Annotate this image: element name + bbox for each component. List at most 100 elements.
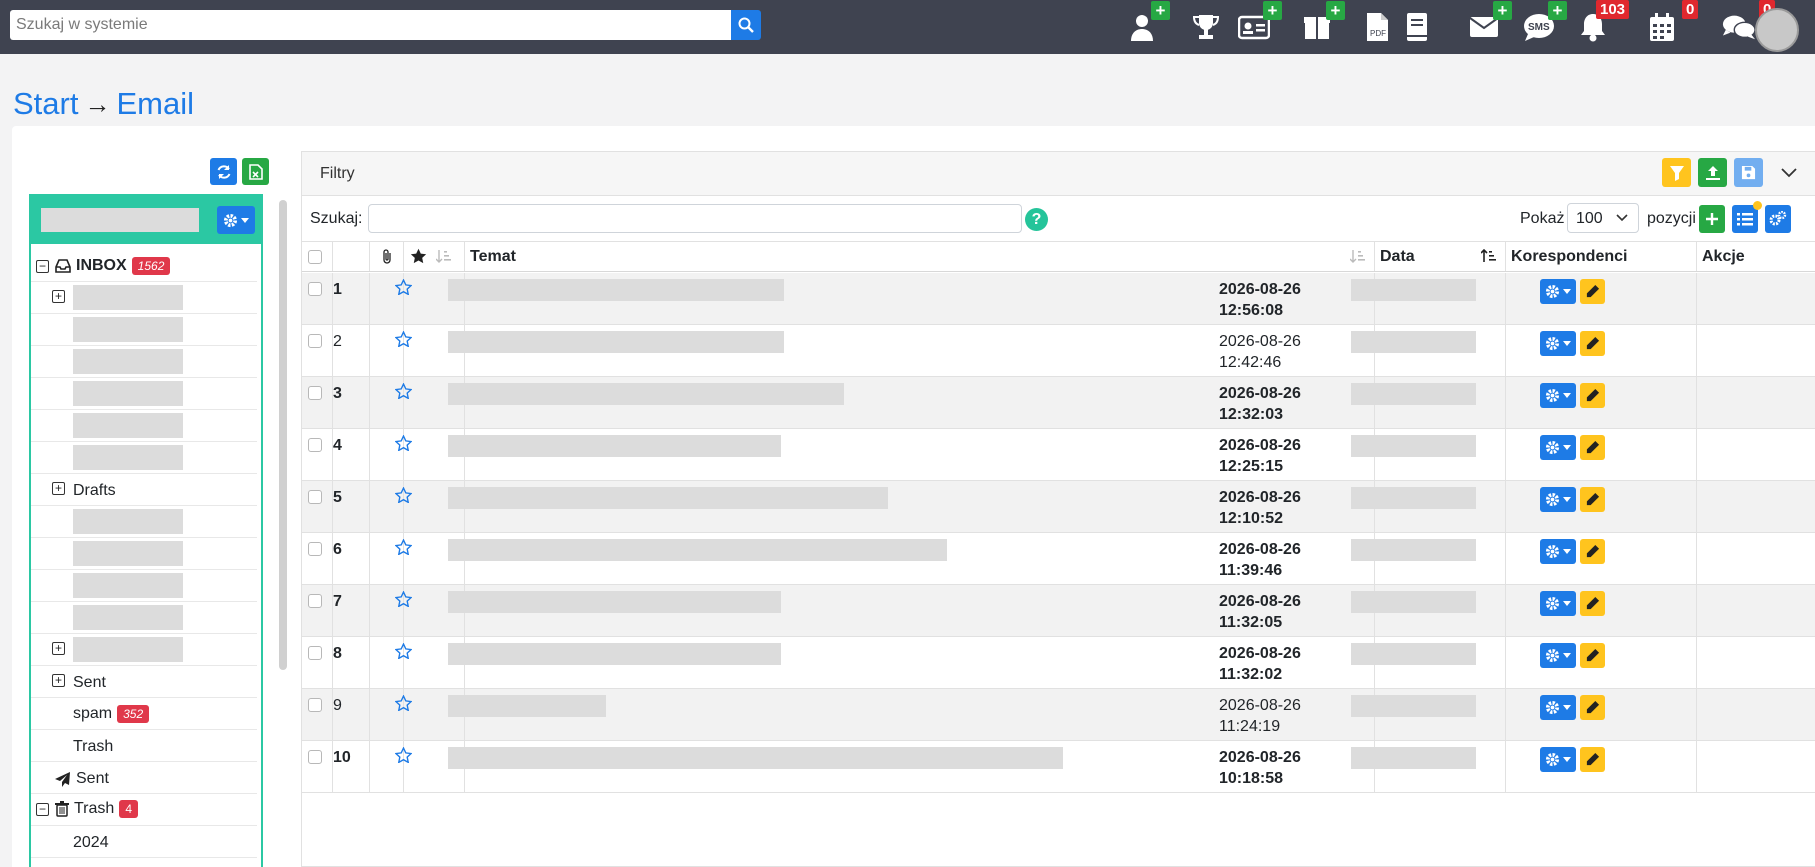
new-sms-button[interactable]: SMS +	[1522, 1, 1567, 44]
row-settings-button[interactable]	[1540, 331, 1576, 356]
folder-item[interactable]	[31, 506, 257, 538]
row-edit-button[interactable]	[1580, 487, 1605, 512]
export-excel-button[interactable]	[242, 158, 269, 185]
folder-item[interactable]: +	[31, 634, 257, 666]
row-edit-button[interactable]	[1580, 331, 1605, 356]
pdf-document-button[interactable]: PDF	[1360, 10, 1394, 44]
add-contact-button[interactable]: +	[1125, 1, 1170, 44]
folder-settings-button[interactable]	[217, 206, 255, 234]
add-package-button[interactable]: +	[1300, 1, 1345, 44]
table-row[interactable]: 2 2026-08-26 12:42:46	[302, 325, 1815, 377]
folder-item[interactable]	[31, 570, 257, 602]
row-checkbox[interactable]	[308, 386, 322, 400]
row-settings-button[interactable]	[1540, 383, 1576, 408]
notebook-button[interactable]	[1400, 10, 1434, 44]
help-icon[interactable]: ?	[1025, 208, 1048, 231]
chat-button[interactable]: 0	[1722, 0, 1776, 44]
table-row[interactable]: 3 2026-08-26 12:32:03	[302, 377, 1815, 429]
row-settings-button[interactable]	[1540, 487, 1576, 512]
row-checkbox[interactable]	[308, 438, 322, 452]
table-row[interactable]: 10 2026-08-26 10:18:58	[302, 741, 1815, 793]
new-email-button[interactable]: +	[1467, 1, 1512, 44]
calendar-button[interactable]: 0	[1645, 0, 1699, 44]
row-settings-button[interactable]	[1540, 279, 1576, 304]
header-subject-cell[interactable]: Temat	[465, 242, 1375, 271]
star-outline-icon[interactable]	[395, 331, 412, 347]
header-star-cell[interactable]	[404, 242, 465, 271]
row-settings-button[interactable]	[1540, 435, 1576, 460]
notifications-button[interactable]: 103	[1576, 0, 1630, 44]
email-search-input[interactable]	[368, 204, 1022, 233]
email-subject-redacted[interactable]	[448, 591, 781, 613]
table-row[interactable]: 5 2026-08-26 12:10:52	[302, 481, 1815, 533]
folder-item[interactable]	[31, 314, 257, 346]
folder-item[interactable]	[31, 410, 257, 442]
email-subject-redacted[interactable]	[448, 487, 888, 509]
expand-icon[interactable]: +	[52, 674, 65, 687]
sidebar-scrollbar[interactable]	[279, 200, 287, 670]
global-search-input[interactable]	[10, 10, 731, 40]
sort-icon[interactable]	[1350, 249, 1366, 263]
email-subject-redacted[interactable]	[448, 643, 781, 665]
folder-drafts[interactable]: + Drafts	[31, 474, 257, 506]
table-row[interactable]: 9 2026-08-26 11:24:19	[302, 689, 1815, 741]
search-button[interactable]	[731, 10, 761, 40]
expand-icon[interactable]: +	[52, 482, 65, 495]
row-checkbox[interactable]	[308, 698, 322, 712]
add-button[interactable]	[1699, 205, 1725, 233]
header-correspondents-cell[interactable]: Korespondenci	[1506, 242, 1697, 271]
email-subject-redacted[interactable]	[448, 383, 844, 405]
folder-year[interactable]: 2024	[31, 826, 257, 858]
trophy-button[interactable]	[1189, 10, 1223, 44]
table-row[interactable]: 7 2026-08-26 11:32:05	[302, 585, 1815, 637]
folder-item[interactable]	[31, 442, 257, 474]
row-edit-button[interactable]	[1580, 643, 1605, 668]
sort-ascending-icon[interactable]	[1481, 249, 1497, 263]
row-edit-button[interactable]	[1580, 435, 1605, 460]
refresh-button[interactable]	[210, 158, 237, 185]
expand-icon[interactable]: +	[52, 290, 65, 303]
breadcrumb-start-link[interactable]: Start	[13, 86, 78, 122]
email-subject-redacted[interactable]	[448, 279, 784, 301]
header-attachment-cell[interactable]	[370, 242, 404, 271]
table-row[interactable]: 4 2026-08-26 12:25:15	[302, 429, 1815, 481]
row-checkbox[interactable]	[308, 594, 322, 608]
table-row[interactable]: 6 2026-08-26 11:39:46	[302, 533, 1815, 585]
row-checkbox[interactable]	[308, 490, 322, 504]
row-edit-button[interactable]	[1580, 279, 1605, 304]
header-date-cell[interactable]: Data	[1375, 242, 1506, 271]
star-outline-icon[interactable]	[395, 591, 412, 607]
star-outline-icon[interactable]	[395, 487, 412, 503]
star-outline-icon[interactable]	[395, 383, 412, 399]
filters-header[interactable]: Filtry	[302, 152, 1815, 196]
add-card-button[interactable]: +	[1237, 1, 1282, 44]
folder-sent[interactable]: Sent	[31, 762, 257, 794]
star-outline-icon[interactable]	[395, 643, 412, 659]
folder-item[interactable]	[31, 538, 257, 570]
save-filter-button[interactable]	[1734, 158, 1763, 187]
row-checkbox[interactable]	[308, 282, 322, 296]
collapse-icon[interactable]: −	[36, 803, 49, 816]
folder-item[interactable]	[31, 602, 257, 634]
row-checkbox[interactable]	[308, 542, 322, 556]
email-subject-redacted[interactable]	[448, 539, 947, 561]
select-all-checkbox[interactable]	[308, 250, 322, 264]
row-settings-button[interactable]	[1540, 695, 1576, 720]
row-edit-button[interactable]	[1580, 539, 1605, 564]
row-checkbox[interactable]	[308, 750, 322, 764]
chevron-down-icon[interactable]	[1780, 165, 1798, 179]
row-edit-button[interactable]	[1580, 695, 1605, 720]
folder-trash-sub[interactable]: Trash	[31, 730, 257, 762]
row-checkbox[interactable]	[308, 334, 322, 348]
table-row[interactable]: 8 2026-08-26 11:32:02	[302, 637, 1815, 689]
clear-filter-button[interactable]	[1662, 158, 1691, 187]
folder-item[interactable]: +	[31, 282, 257, 314]
user-avatar[interactable]	[1755, 8, 1799, 52]
email-subject-redacted[interactable]	[448, 747, 1063, 769]
row-settings-button[interactable]	[1540, 747, 1576, 772]
expand-icon[interactable]: +	[52, 642, 65, 655]
folder-sent-sub[interactable]: + Sent	[31, 666, 257, 698]
table-row[interactable]: 1 2026-08-26 12:56:08	[302, 273, 1815, 325]
star-outline-icon[interactable]	[395, 747, 412, 763]
email-subject-redacted[interactable]	[448, 695, 606, 717]
